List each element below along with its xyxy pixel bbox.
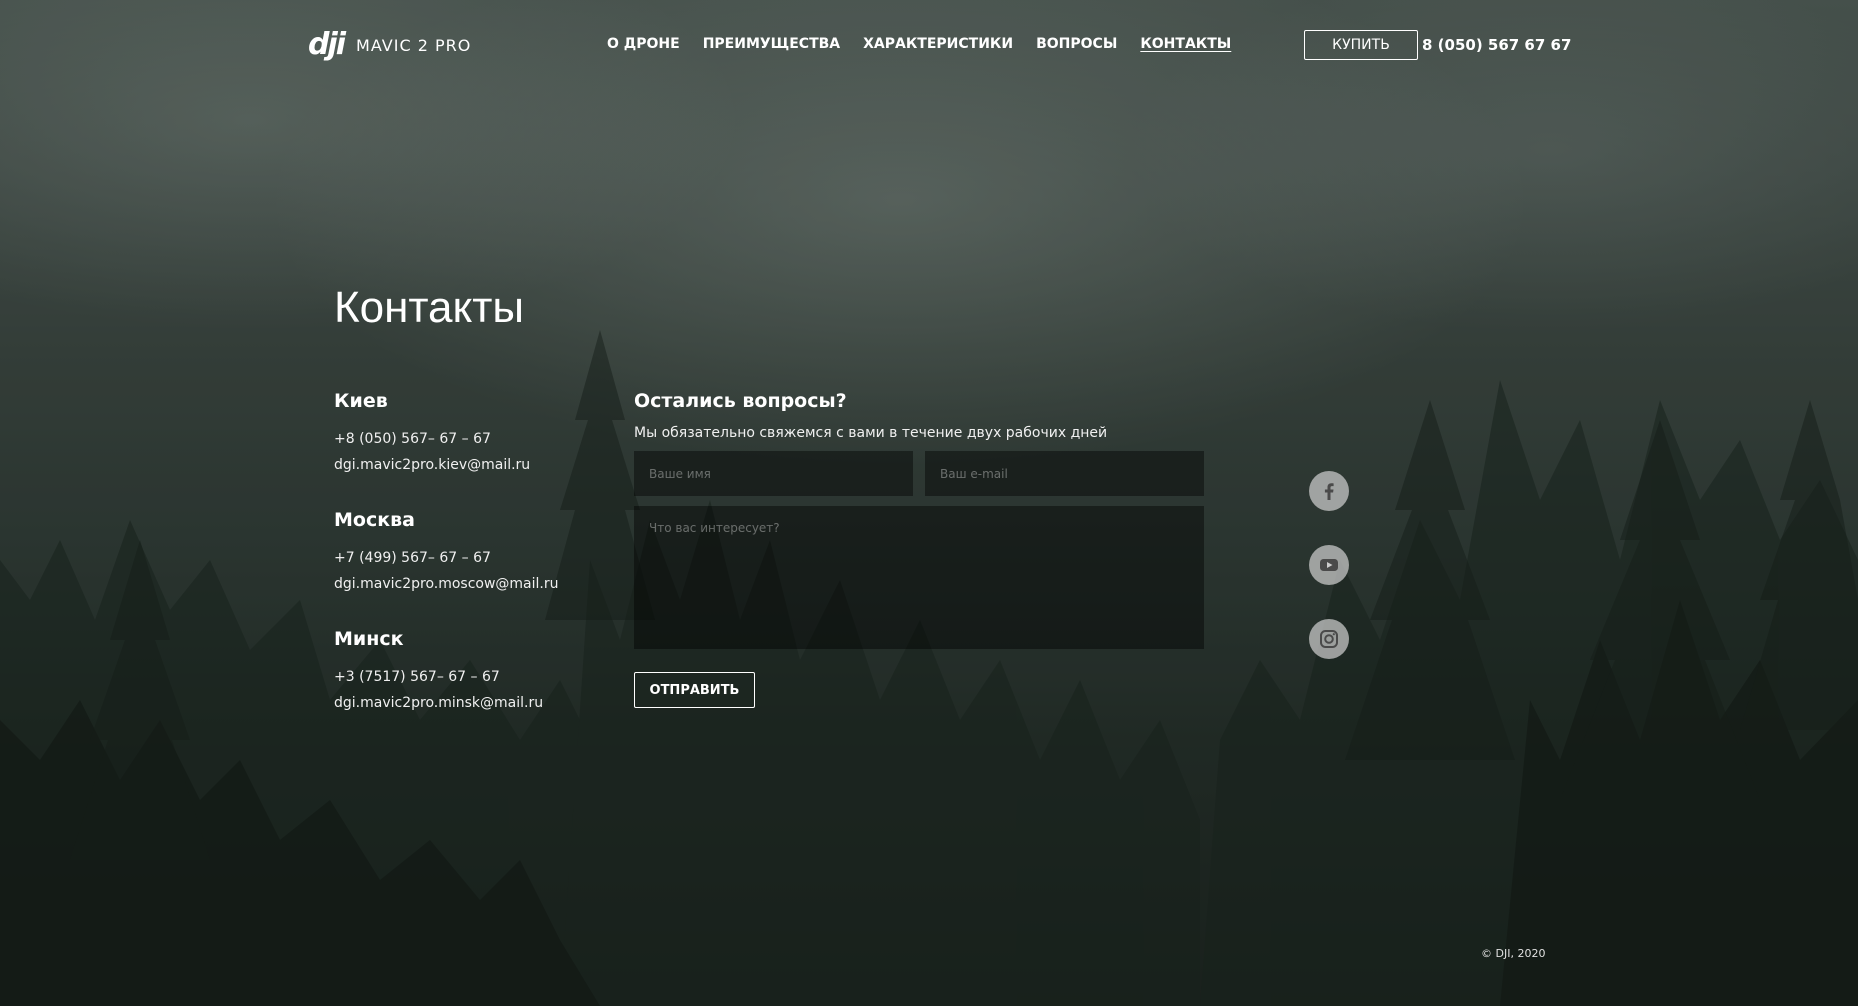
city-name: Киев bbox=[334, 390, 388, 412]
city-email[interactable]: dgi.mavic2pro.kiev@mail.ru bbox=[334, 452, 530, 478]
city-email[interactable]: dgi.mavic2pro.minsk@mail.ru bbox=[334, 690, 543, 716]
social-links bbox=[1309, 471, 1349, 659]
main-nav: О ДРОНЕ ПРЕИМУЩЕСТВА ХАРАКТЕРИСТИКИ ВОПР… bbox=[607, 36, 1231, 52]
facebook-link[interactable] bbox=[1309, 471, 1349, 511]
city-block-minsk: Минск +3 (7517) 567– 67 – 67 dgi.mavic2p… bbox=[334, 628, 543, 716]
logo-model-name: MAVIC 2 PRO bbox=[356, 35, 472, 55]
page-title: Контакты bbox=[334, 283, 525, 332]
city-phone[interactable]: +8 (050) 567– 67 – 67 bbox=[334, 426, 530, 452]
city-phone[interactable]: +7 (499) 567– 67 – 67 bbox=[334, 545, 559, 571]
nav-item-contacts[interactable]: КОНТАКТЫ bbox=[1140, 36, 1231, 52]
logo[interactable]: dji MAVIC 2 PRO bbox=[308, 30, 471, 60]
email-input[interactable] bbox=[925, 451, 1204, 496]
buy-button[interactable]: КУПИТЬ bbox=[1304, 30, 1418, 60]
city-email[interactable]: dgi.mavic2pro.moscow@mail.ru bbox=[334, 571, 559, 597]
form-row bbox=[634, 451, 1204, 496]
facebook-icon bbox=[1324, 483, 1334, 500]
youtube-link[interactable] bbox=[1309, 545, 1349, 585]
instagram-icon bbox=[1320, 630, 1338, 648]
nav-item-specs[interactable]: ХАРАКТЕРИСТИКИ bbox=[863, 36, 1013, 52]
form-subtitle: Мы обязательно свяжемся с вами в течение… bbox=[634, 425, 1108, 441]
submit-button[interactable]: ОТПРАВИТЬ bbox=[634, 672, 755, 708]
contact-form: Остались вопросы? Мы обязательно свяжемс… bbox=[634, 390, 1204, 708]
city-phone[interactable]: +3 (7517) 567– 67 – 67 bbox=[334, 664, 543, 690]
copyright: © DJI, 2020 bbox=[1481, 947, 1546, 960]
name-input[interactable] bbox=[634, 451, 913, 496]
city-name: Москва bbox=[334, 509, 415, 531]
header-phone[interactable]: 8 (050) 567 67 67 bbox=[1422, 36, 1571, 54]
nav-item-faq[interactable]: ВОПРОСЫ bbox=[1036, 36, 1117, 52]
contacts-page: dji MAVIC 2 PRO О ДРОНЕ ПРЕИМУЩЕСТВА ХАР… bbox=[0, 0, 1858, 1006]
city-name: Минск bbox=[334, 628, 404, 650]
instagram-link[interactable] bbox=[1309, 619, 1349, 659]
nav-item-advantages[interactable]: ПРЕИМУЩЕСТВА bbox=[703, 36, 840, 52]
youtube-icon bbox=[1320, 559, 1338, 571]
form-title: Остались вопросы? bbox=[634, 390, 847, 412]
city-block-moscow: Москва +7 (499) 567– 67 – 67 dgi.mavic2p… bbox=[334, 509, 559, 597]
message-textarea[interactable] bbox=[634, 506, 1204, 649]
city-block-kiev: Киев +8 (050) 567– 67 – 67 dgi.mavic2pro… bbox=[334, 390, 530, 478]
nav-item-about[interactable]: О ДРОНЕ bbox=[607, 36, 680, 52]
dji-logo-mark: dji bbox=[308, 27, 346, 62]
